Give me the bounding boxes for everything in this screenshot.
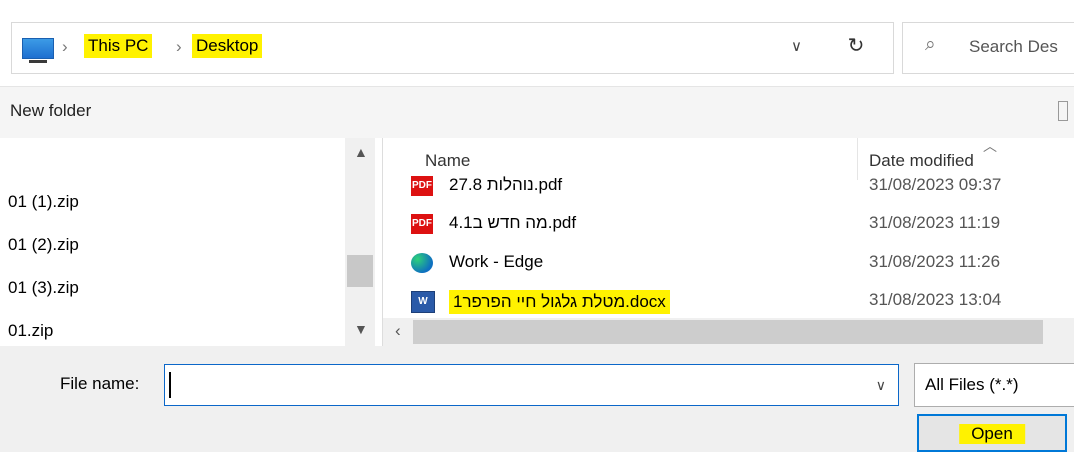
horizontal-scrollbar[interactable]: ‹ — [383, 318, 1074, 346]
search-placeholder: Search Des — [969, 37, 1058, 56]
open-button-label: Open — [959, 424, 1025, 444]
sort-ascending-icon: ︿ — [983, 138, 997, 154]
nav-item[interactable]: 01 (1).zip — [8, 192, 79, 212]
word-doc-icon: W — [411, 291, 435, 313]
this-pc-icon — [22, 38, 54, 63]
file-type-filter-label: All Files (*.*) — [925, 375, 1019, 394]
nav-item[interactable]: 01 (2).zip — [8, 235, 79, 255]
view-options-icon[interactable] — [1058, 101, 1068, 121]
open-button[interactable]: Open — [917, 414, 1067, 452]
pdf-icon: PDF — [411, 214, 433, 234]
edge-shortcut-icon — [411, 253, 433, 273]
address-bar-row: › This PC › Desktop ∨ ↻ ⌕ Search Des — [0, 0, 1074, 86]
scroll-left-icon[interactable]: ‹ — [395, 321, 401, 341]
nav-item[interactable]: 01.zip — [8, 321, 53, 341]
nav-item[interactable]: 01 (3).zip — [8, 278, 79, 298]
new-folder-button[interactable]: New folder — [10, 101, 91, 121]
command-bar: New folder — [0, 86, 1074, 140]
breadcrumb-this-pc[interactable]: This PC — [84, 34, 153, 58]
file-date: 31/08/2023 11:19 — [869, 213, 1001, 232]
file-list: ︿ Name Date modified PDF נוהלות 27.8.pdf… — [383, 138, 1074, 346]
chevron-down-icon[interactable]: ∨ — [791, 37, 802, 55]
refresh-icon: ↻ — [847, 34, 865, 57]
file-name: Work - Edge — [449, 252, 544, 271]
search-box[interactable]: ⌕ Search Des — [902, 22, 1074, 74]
scroll-thumb[interactable] — [413, 320, 1043, 344]
file-date: 31/08/2023 09:37 — [869, 175, 1002, 194]
file-row[interactable]: Work - Edge 31/08/2023 11:26 — [383, 245, 1074, 283]
file-type-filter[interactable]: All Files (*.*) — [914, 363, 1074, 407]
file-name-label: File name: — [60, 374, 140, 393]
breadcrumb-chevron-icon[interactable]: › — [62, 37, 68, 57]
scroll-down-icon[interactable]: ▼ — [354, 321, 368, 337]
file-row[interactable]: W מטלת גלגול חיי הפרפר1.docx 31/08/2023 … — [383, 283, 1074, 321]
scroll-thumb[interactable] — [347, 255, 373, 287]
nav-scrollbar[interactable]: ▲ ▼ — [345, 138, 375, 346]
breadcrumb-chevron-icon[interactable]: › — [176, 37, 182, 57]
dialog-footer: File name: ∨ All Files (*.*) Open — [0, 346, 1074, 452]
address-bar[interactable]: › This PC › Desktop ∨ — [11, 22, 894, 74]
file-row[interactable]: PDF נוהלות 27.8.pdf 31/08/2023 09:37 — [383, 168, 1074, 206]
file-date: 31/08/2023 11:26 — [869, 252, 1001, 271]
file-name: מה חדש ב4.1.pdf — [449, 213, 577, 232]
refresh-button[interactable]: ↻ — [835, 20, 877, 70]
file-name: מטלת גלגול חיי הפרפר1.docx — [449, 290, 670, 314]
file-row[interactable]: PDF מה חדש ב4.1.pdf 31/08/2023 11:19 — [383, 206, 1074, 244]
text-caret — [169, 372, 171, 398]
file-date: 31/08/2023 13:04 — [869, 290, 1002, 309]
chevron-down-icon[interactable]: ∨ — [876, 377, 886, 394]
pdf-icon: PDF — [411, 176, 433, 196]
file-name-input[interactable]: ∨ — [164, 364, 899, 406]
scroll-up-icon[interactable]: ▲ — [354, 144, 368, 160]
navigation-pane: 01 (1).zip 01 (2).zip 01 (3).zip 01.zip … — [0, 138, 383, 346]
breadcrumb-desktop[interactable]: Desktop — [192, 34, 263, 58]
file-name: נוהלות 27.8.pdf — [449, 175, 563, 194]
search-icon: ⌕ — [925, 34, 936, 55]
